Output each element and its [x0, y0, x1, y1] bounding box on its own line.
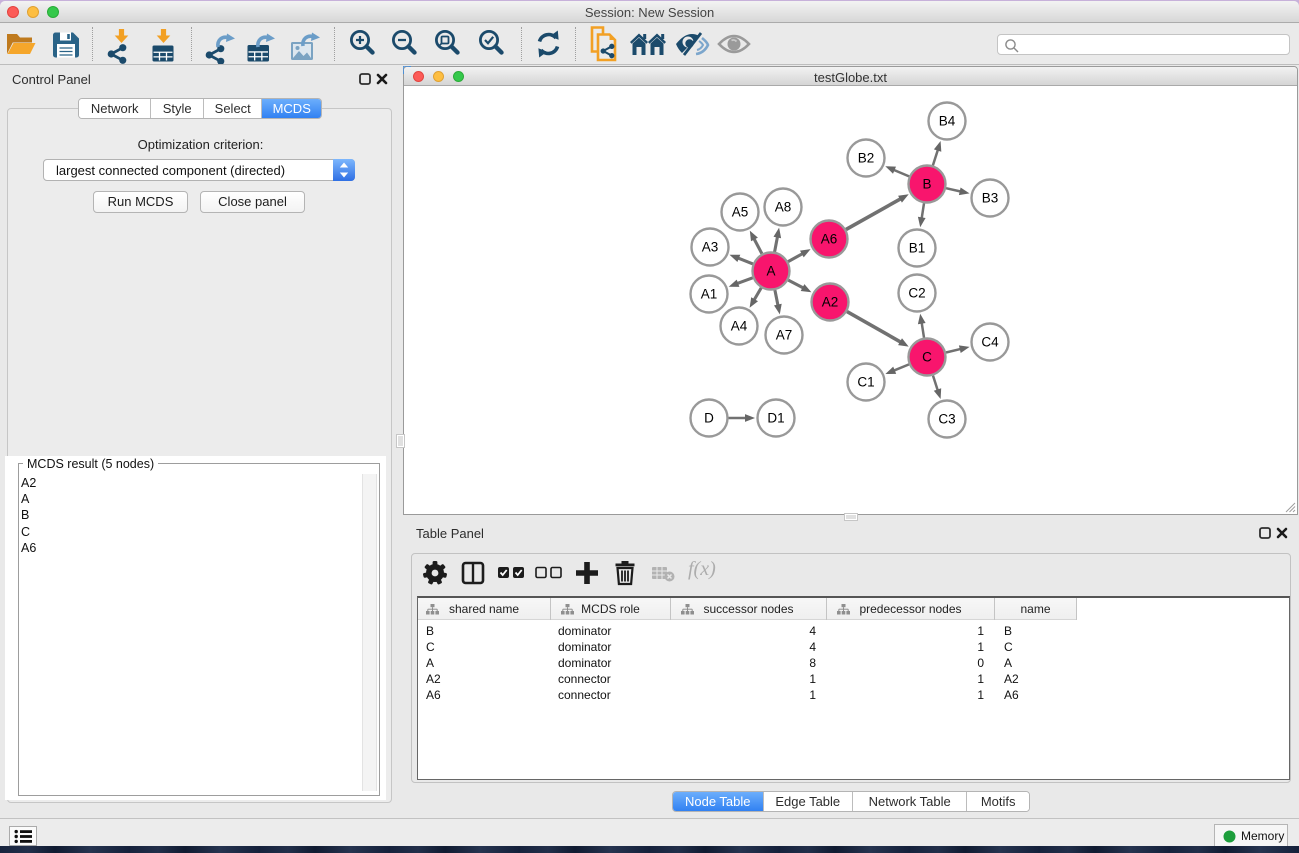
- svg-text:C2: C2: [908, 286, 925, 301]
- svg-text:C1: C1: [857, 375, 874, 390]
- svg-text:C3: C3: [938, 412, 955, 427]
- svg-text:C4: C4: [981, 335, 999, 350]
- svg-text:A7: A7: [776, 328, 793, 343]
- svg-text:A6: A6: [821, 232, 838, 247]
- svg-text:D: D: [704, 411, 714, 426]
- svg-text:B1: B1: [909, 241, 926, 256]
- svg-text:B4: B4: [939, 114, 956, 129]
- svg-text:A2: A2: [822, 295, 839, 310]
- svg-text:C: C: [922, 350, 932, 365]
- svg-text:D1: D1: [767, 411, 784, 426]
- svg-text:A5: A5: [732, 205, 749, 220]
- svg-text:B: B: [922, 177, 931, 192]
- svg-text:B3: B3: [982, 191, 999, 206]
- svg-text:A3: A3: [702, 240, 719, 255]
- svg-text:A1: A1: [701, 287, 718, 302]
- svg-text:B2: B2: [858, 151, 875, 166]
- svg-text:A8: A8: [775, 200, 792, 215]
- svg-text:A4: A4: [731, 319, 748, 334]
- svg-text:A: A: [766, 264, 775, 279]
